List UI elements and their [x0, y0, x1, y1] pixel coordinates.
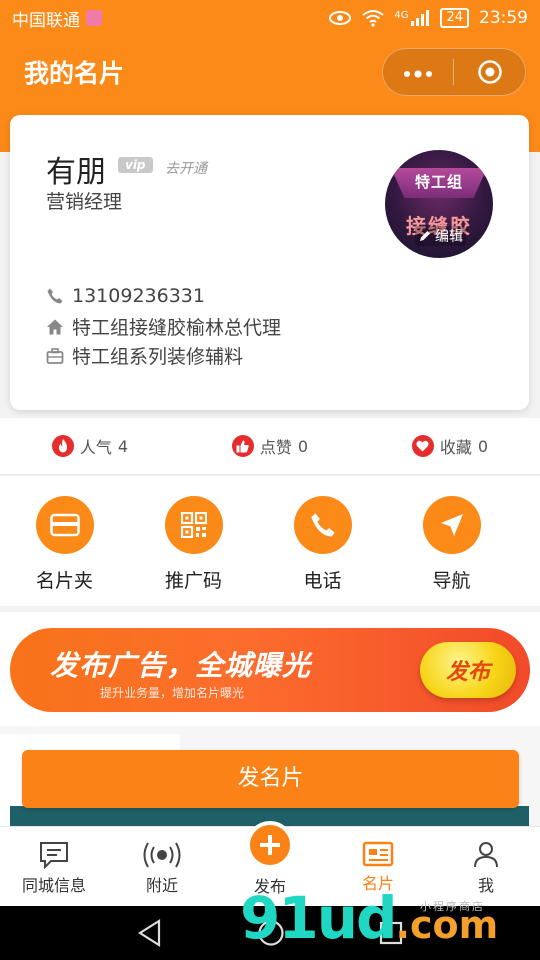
- more-icon: [404, 70, 432, 78]
- close-button[interactable]: [454, 59, 525, 85]
- qr-code-icon: [164, 496, 223, 554]
- action-label: 导航: [432, 570, 471, 592]
- ad-banner-section: 发布广告，全城曝光 提升业务量，增加名片曝光 发布: [0, 612, 540, 726]
- banner-publish-button[interactable]: 发布: [420, 642, 516, 698]
- action-label: 名片夹: [35, 570, 93, 592]
- tab-nearby[interactable]: 附近: [108, 827, 216, 906]
- company-row: 特工组接缝胶榆林总代理: [46, 313, 281, 340]
- status-indicators: 4G 24 23:59: [328, 8, 528, 28]
- business-scope: 特工组系列装修辅料: [72, 346, 244, 368]
- stat-favorites-label: 收藏: [439, 438, 472, 457]
- carrier-name: 中国联通: [12, 10, 80, 31]
- network-type: 4G: [394, 10, 409, 21]
- stat-popularity-label: 人气: [79, 438, 112, 457]
- banner-title: 发布广告，全城曝光: [50, 649, 312, 682]
- post-card-button[interactable]: 发名片: [22, 750, 519, 808]
- eye-icon: [329, 11, 352, 25]
- plus-icon: [246, 821, 294, 869]
- edit-label: 编辑: [435, 229, 463, 245]
- clock: 23:59: [479, 8, 528, 28]
- card-name: 有朋: [46, 155, 106, 190]
- action-qr-code[interactable]: 推广码: [129, 476, 258, 606]
- tab-label: 附近: [145, 876, 178, 895]
- vip-open-link[interactable]: 去开通: [165, 158, 207, 178]
- business-card: 有朋 vip 去开通 营销经理 特工组 接缝胶 编辑 13109236331 特…: [10, 115, 529, 410]
- card-holder-icon: [35, 496, 94, 554]
- phone-row[interactable]: 13109236331: [46, 285, 205, 307]
- carrier: 中国联通: [12, 6, 102, 31]
- edit-button[interactable]: 编辑: [415, 226, 466, 246]
- avatar[interactable]: 特工组 接缝胶 编辑: [385, 150, 493, 258]
- broadcast-icon: [143, 842, 181, 868]
- navigation-icon: [422, 496, 481, 554]
- stat-favorites-value: 0: [477, 436, 489, 456]
- close-target-icon: [477, 60, 502, 84]
- avatar-brand-top: 特工组: [414, 173, 463, 191]
- more-button[interactable]: [383, 48, 453, 96]
- home-icon: [46, 318, 64, 336]
- card-icon: [362, 841, 394, 867]
- stat-popularity-value: 4: [117, 436, 129, 456]
- stat-likes[interactable]: 点赞 0: [180, 418, 360, 474]
- action-call[interactable]: 电话: [258, 476, 387, 606]
- avatar-brand-banner: 特工组: [391, 168, 487, 198]
- vip-badge: vip: [118, 157, 153, 173]
- status-bar: 中国联通 4G 24 23:59: [0, 0, 540, 36]
- tab-label: 同城信息: [21, 876, 86, 895]
- business-row: 特工组系列装修辅料: [46, 342, 243, 369]
- action-navigation[interactable]: 导航: [387, 476, 516, 606]
- company-name: 特工组接缝胶榆林总代理: [72, 317, 282, 339]
- action-card-holder[interactable]: 名片夹: [0, 476, 129, 606]
- briefcase-icon: [46, 347, 64, 365]
- notification-icon: [86, 10, 102, 26]
- phone-small-icon: [46, 287, 64, 305]
- signal-icon: [411, 10, 430, 26]
- page-title: 我的名片: [24, 59, 125, 88]
- phone-icon: [293, 496, 352, 554]
- stat-likes-label: 点赞: [259, 438, 292, 457]
- user-icon: [474, 842, 498, 868]
- pencil-icon: [420, 231, 430, 241]
- action-grid: 名片夹 推广码 电话 导航: [0, 476, 540, 606]
- header: 我的名片: [0, 36, 540, 112]
- battery-level: 24: [440, 8, 469, 28]
- tab-local-info[interactable]: 同城信息: [0, 827, 108, 906]
- phone-number: 13109236331: [72, 285, 205, 307]
- watermark-main: 91ud: [240, 884, 398, 952]
- watermark-tagline: 小程序商店: [420, 900, 485, 913]
- thumbs-up-icon: [231, 435, 254, 457]
- banner-subtitle: 提升业务量，增加名片曝光: [100, 686, 245, 700]
- fire-icon: [51, 435, 74, 457]
- stat-popularity: 人气 4: [0, 418, 180, 474]
- stat-likes-value: 0: [297, 436, 309, 456]
- wifi-icon: [362, 10, 384, 27]
- ad-banner[interactable]: 发布广告，全城曝光 提升业务量，增加名片曝光 发布: [10, 628, 530, 712]
- card-position: 营销经理: [46, 191, 123, 213]
- back-icon[interactable]: [137, 919, 163, 947]
- message-icon: [40, 842, 68, 869]
- action-label: 推广码: [164, 570, 222, 592]
- stats-row: 人气 4 点赞 0 收藏 0: [0, 418, 540, 474]
- heart-icon: [411, 435, 434, 457]
- stat-favorites[interactable]: 收藏 0: [360, 418, 540, 474]
- action-label: 电话: [303, 570, 342, 592]
- miniprogram-capsule: [382, 48, 526, 96]
